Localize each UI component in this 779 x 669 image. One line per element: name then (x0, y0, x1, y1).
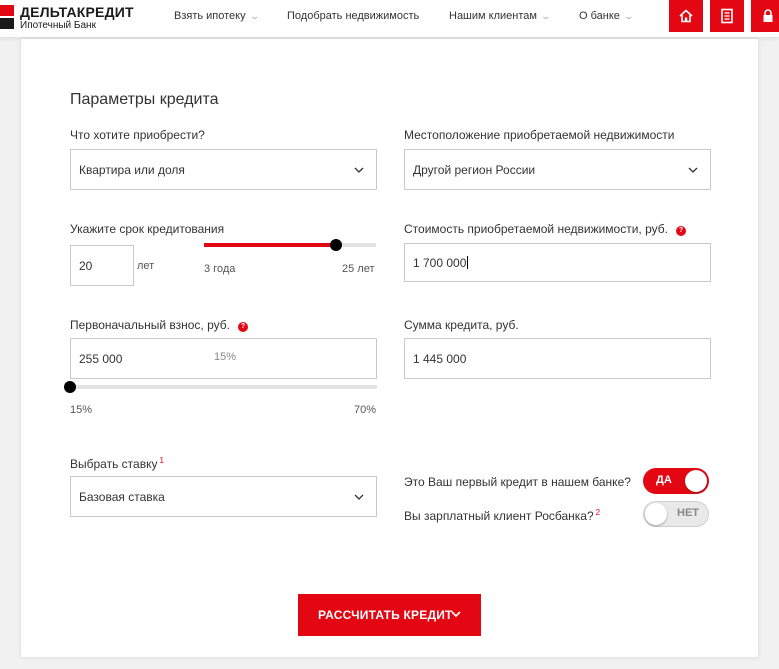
down-payment-slider-handle[interactable] (64, 381, 76, 393)
property-cost-value: 1 700 000 (413, 255, 467, 270)
purchase-type-select[interactable]: Квартира или доля (70, 149, 377, 190)
logo-mark-icon (0, 5, 14, 29)
documents-button[interactable] (710, 0, 744, 32)
down-payment-slider-track[interactable] (70, 385, 377, 389)
nav-item-about-bank[interactable]: О банке ⌄ (579, 10, 634, 22)
logo-subtitle: Ипотечный Банк (20, 20, 96, 31)
lock-icon (763, 9, 773, 22)
logo-title: ДЕЛЬТАКРЕДИТ (20, 4, 134, 20)
term-value: 20 (79, 258, 93, 273)
calculate-credit-label: РАССЧИТАТЬ КРЕДИТ (318, 608, 453, 622)
top-header: ДЕЛЬТАКРЕДИТ Ипотечный Банк Взять ипотек… (0, 0, 779, 38)
home-button[interactable] (669, 0, 703, 32)
chevron-down-icon: ⌄ (623, 11, 634, 21)
chevron-down-icon (451, 611, 461, 617)
purchase-type-label: Что хотите приобрести? (70, 128, 205, 142)
bank-logo[interactable]: ДЕЛЬТАКРЕДИТ Ипотечный Банк (0, 3, 160, 33)
chevron-down-icon: ⌄ (540, 11, 551, 21)
location-value: Другой регион России (413, 162, 536, 177)
document-icon (721, 8, 733, 24)
down-payment-label: Первоначальный взнос, руб.? (70, 318, 248, 332)
first-credit-label: Это Ваш первый кредит в нашем банке? (404, 475, 631, 489)
text-cursor (467, 255, 469, 269)
term-max-label: 25 лет (342, 263, 375, 275)
form-title: Параметры кредита (70, 91, 219, 108)
property-cost-input[interactable]: 1 700 000 (404, 243, 711, 282)
chevron-down-icon (354, 494, 364, 500)
help-icon[interactable]: ? (675, 226, 686, 236)
down-payment-max-label: 70% (354, 404, 377, 416)
calculate-credit-button[interactable]: РАССЧИТАТЬ КРЕДИТ (298, 594, 481, 636)
rate-label: Выбрать ставку 1 (70, 456, 164, 471)
toggle-knob (645, 503, 667, 525)
salary-client-toggle-label: НЕТ (677, 507, 699, 519)
location-label: Местоположение приобретаемой недвижимост… (404, 128, 675, 142)
term-slider-fill (204, 243, 336, 247)
rate-value: Базовая ставка (79, 489, 165, 504)
salary-client-toggle[interactable]: НЕТ (643, 501, 709, 527)
term-unit: лет (137, 260, 155, 272)
chevron-down-icon (354, 167, 364, 173)
home-icon (679, 9, 693, 23)
toggle-knob (685, 470, 707, 492)
first-credit-toggle[interactable]: ДА (643, 468, 709, 494)
nav-item-take-mortgage[interactable]: Взять ипотеку ⌄ (174, 10, 260, 22)
footnote-1: 1 (159, 456, 164, 465)
loan-amount-value: 1 445 000 (413, 351, 467, 366)
login-button[interactable] (751, 0, 779, 32)
nav-item-for-clients[interactable]: Нашим клиентам ⌄ (449, 10, 551, 22)
loan-amount-field: 1 445 000 (404, 338, 711, 379)
down-payment-input[interactable]: 255 000 15% (70, 338, 377, 379)
down-payment-min-label: 15% (70, 404, 93, 416)
term-slider-track[interactable] (204, 243, 376, 247)
loan-amount-label: Сумма кредита, руб. (404, 318, 519, 332)
down-payment-percent: 15% (214, 351, 237, 363)
footnote-2: 2 (595, 508, 601, 517)
location-select[interactable]: Другой регион России (404, 149, 711, 190)
first-credit-toggle-label: ДА (656, 474, 672, 486)
term-input[interactable]: 20 (70, 245, 134, 286)
help-icon[interactable]: ? (237, 322, 248, 332)
term-min-label: 3 года (204, 263, 236, 275)
mortgage-calculator-card: Параметры кредита Что хотите приобрести?… (21, 39, 758, 657)
term-label: Укажите срок кредитования (70, 222, 225, 236)
rate-select[interactable]: Базовая ставка (70, 476, 377, 517)
purchase-type-value: Квартира или доля (79, 162, 185, 177)
chevron-down-icon: ⌄ (249, 11, 260, 21)
term-slider-handle[interactable] (330, 239, 342, 251)
down-payment-value: 255 000 (79, 351, 123, 366)
nav-item-find-property[interactable]: Подобрать недвижимость (287, 10, 419, 22)
salary-client-label: Вы зарплатный клиент Росбанка? 2 (404, 508, 601, 523)
property-cost-label: Стоимость приобретаемой недвижимости, ру… (404, 222, 686, 236)
chevron-down-icon (688, 167, 698, 173)
